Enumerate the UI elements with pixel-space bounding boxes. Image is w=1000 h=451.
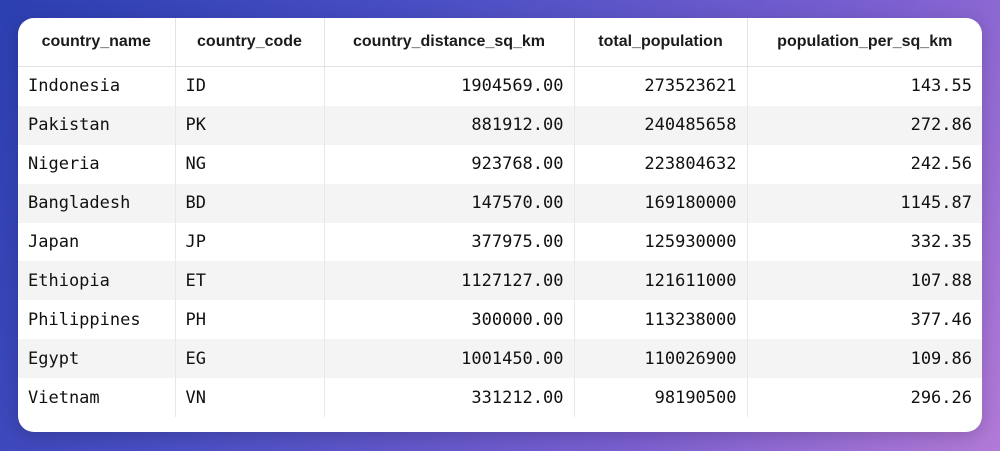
table-header: country_name country_code country_distan…: [18, 18, 982, 67]
column-header-population-per-sq-km[interactable]: population_per_sq_km: [747, 18, 982, 67]
column-header-total-population[interactable]: total_population: [574, 18, 748, 67]
population-per-sq-km-cell[interactable]: 272.86: [747, 105, 982, 145]
population-per-sq-km-cell[interactable]: 332.35: [747, 223, 982, 262]
column-header-country-name[interactable]: country_name: [18, 18, 176, 67]
header-row: country_name country_code country_distan…: [18, 18, 982, 67]
table-row[interactable]: Pakistan PK 881912.00 240485658 272.86: [18, 105, 982, 145]
country-name-cell[interactable]: Egypt: [18, 339, 176, 379]
country-code-cell[interactable]: BD: [175, 183, 325, 223]
country-name-cell[interactable]: Pakistan: [18, 105, 176, 145]
table-row[interactable]: Egypt EG 1001450.00 110026900 109.86: [18, 339, 982, 379]
population-per-sq-km-cell[interactable]: 143.55: [747, 67, 982, 106]
country-distance-cell[interactable]: 881912.00: [324, 105, 575, 145]
country-distance-cell[interactable]: 923768.00: [324, 144, 575, 184]
population-per-sq-km-cell[interactable]: 107.88: [747, 261, 982, 301]
table-row[interactable]: Bangladesh BD 147570.00 169180000 1145.87: [18, 183, 982, 223]
population-per-sq-km-cell[interactable]: 1145.87: [747, 183, 982, 223]
country-name-cell[interactable]: Indonesia: [18, 66, 176, 106]
table-row[interactable]: Nigeria NG 923768.00 223804632 242.56: [18, 144, 982, 184]
country-name-cell[interactable]: Ethiopia: [18, 261, 176, 301]
country-code-cell[interactable]: ET: [175, 261, 325, 301]
population-per-sq-km-cell[interactable]: 296.26: [747, 378, 982, 417]
table-row[interactable]: Philippines PH 300000.00 113238000 377.46: [18, 300, 982, 340]
total-population-cell[interactable]: 113238000: [574, 300, 748, 340]
column-header-country-code[interactable]: country_code: [175, 18, 325, 67]
country-code-cell[interactable]: JP: [175, 222, 325, 262]
table-row[interactable]: Ethiopia ET 1127127.00 121611000 107.88: [18, 261, 982, 301]
country-code-cell[interactable]: ID: [175, 66, 325, 106]
country-name-cell[interactable]: Nigeria: [18, 144, 176, 184]
country-code-cell[interactable]: PH: [175, 300, 325, 340]
total-population-cell[interactable]: 240485658: [574, 105, 748, 145]
country-code-cell[interactable]: PK: [175, 105, 325, 145]
total-population-cell[interactable]: 273523621: [574, 66, 748, 106]
total-population-cell[interactable]: 98190500: [574, 378, 748, 418]
total-population-cell[interactable]: 110026900: [574, 339, 748, 379]
population-per-sq-km-cell[interactable]: 109.86: [747, 339, 982, 379]
table-row[interactable]: Indonesia ID 1904569.00 273523621 143.55: [18, 66, 982, 106]
country-name-cell[interactable]: Japan: [18, 222, 176, 262]
country-name-cell[interactable]: Vietnam: [18, 378, 176, 418]
country-name-cell[interactable]: Philippines: [18, 300, 176, 340]
column-header-country-distance-sq-km[interactable]: country_distance_sq_km: [324, 18, 575, 67]
table-body: Indonesia ID 1904569.00 273523621 143.55 Paki…: [18, 66, 982, 418]
country-distance-cell[interactable]: 1001450.00: [324, 339, 575, 379]
population-per-sq-km-cell[interactable]: 242.56: [747, 145, 982, 184]
total-population-cell[interactable]: 121611000: [574, 261, 748, 301]
total-population-cell[interactable]: 125930000: [574, 222, 748, 262]
country-distance-cell[interactable]: 300000.00: [324, 300, 575, 340]
country-code-cell[interactable]: EG: [175, 339, 325, 379]
total-population-cell[interactable]: 169180000: [574, 183, 748, 223]
table-row[interactable]: Japan JP 377975.00 125930000 332.35: [18, 222, 982, 262]
country-distance-cell[interactable]: 1127127.00: [324, 261, 575, 301]
country-distance-cell[interactable]: 1904569.00: [324, 66, 575, 106]
country-distance-cell[interactable]: 377975.00: [324, 222, 575, 262]
country-distance-cell[interactable]: 331212.00: [324, 378, 575, 418]
table-row[interactable]: Vietnam VN 331212.00 98190500 296.26: [18, 378, 982, 418]
country-distance-cell[interactable]: 147570.00: [324, 183, 575, 223]
results-table: country_name country_code country_distan…: [18, 18, 982, 418]
population-per-sq-km-cell[interactable]: 377.46: [747, 300, 982, 339]
total-population-cell[interactable]: 223804632: [574, 144, 748, 184]
results-table-card: country_name country_code country_distan…: [18, 18, 982, 432]
country-code-cell[interactable]: NG: [175, 144, 325, 184]
country-code-cell[interactable]: VN: [175, 378, 325, 418]
country-name-cell[interactable]: Bangladesh: [18, 183, 176, 223]
